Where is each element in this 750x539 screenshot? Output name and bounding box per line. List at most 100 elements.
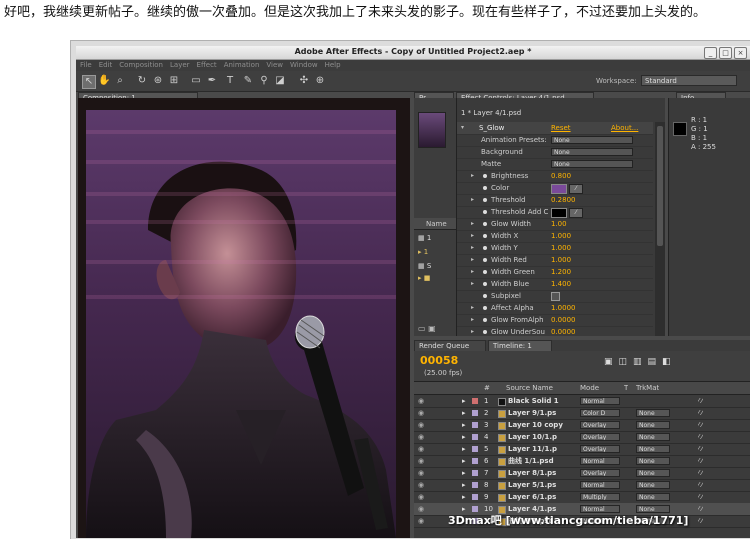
twirl-icon[interactable]: ▸: [471, 170, 474, 182]
col-trkmat[interactable]: TrkMat: [636, 382, 659, 394]
layer-switches-icon[interactable]: ⁄ ⁄: [698, 491, 703, 503]
col-source-name[interactable]: Source Name: [506, 382, 553, 394]
menu-file[interactable]: File: [80, 60, 92, 71]
twirl-icon[interactable]: ▸: [471, 230, 474, 242]
orbit-camera-icon[interactable]: ⊛: [152, 75, 164, 87]
workspace-select[interactable]: Standard: [641, 75, 737, 86]
layer-switches-icon[interactable]: ⁄ ⁄: [698, 479, 703, 491]
layer-mode-dropdown[interactable]: Normal: [580, 457, 620, 465]
stopwatch-icon[interactable]: [483, 282, 487, 286]
visibility-eye-icon[interactable]: ◉: [418, 467, 424, 479]
visibility-eye-icon[interactable]: ◉: [418, 407, 424, 419]
close-button[interactable]: ×: [734, 47, 747, 59]
effect-param-value[interactable]: 1.000: [551, 242, 571, 254]
layer-switches-icon[interactable]: ⁄ ⁄: [698, 515, 703, 527]
effect-param-value[interactable]: 1.0000: [551, 302, 576, 314]
timeline-switch-icons[interactable]: ▣◫▥▤◧: [604, 357, 677, 367]
layer-switches-icon[interactable]: ⁄ ⁄: [698, 467, 703, 479]
twirl-icon[interactable]: ▸: [471, 278, 474, 290]
layer-source-name[interactable]: Layer 5/1.ps: [508, 479, 576, 491]
stopwatch-icon[interactable]: [483, 318, 487, 322]
reset-link[interactable]: Reset: [551, 122, 571, 134]
layer-source-name[interactable]: 曲线 1/1.psd: [508, 455, 576, 467]
visibility-eye-icon[interactable]: ◉: [418, 515, 424, 527]
effect-param-value[interactable]: 1.00: [551, 218, 567, 230]
axis-local-icon[interactable]: ✣: [298, 75, 310, 87]
layer-trkmat-dropdown[interactable]: None: [636, 409, 670, 417]
layer-mode-dropdown[interactable]: Overlay: [580, 433, 620, 441]
eyedropper-icon[interactable]: ⁄: [569, 208, 583, 218]
eraser-tool-icon[interactable]: ◪: [274, 75, 286, 87]
twirl-icon[interactable]: ▸: [471, 218, 474, 230]
twirl-icon[interactable]: ▸: [471, 314, 474, 326]
effect-param-value[interactable]: 1.000: [551, 254, 571, 266]
stopwatch-icon[interactable]: [483, 210, 487, 214]
visibility-eye-icon[interactable]: ◉: [418, 443, 424, 455]
layer-twirl-icon[interactable]: ▸: [462, 431, 466, 443]
effect-param-dropdown[interactable]: None: [551, 160, 633, 168]
menu-edit[interactable]: Edit: [99, 60, 113, 71]
layer-twirl-icon[interactable]: ▸: [462, 479, 466, 491]
layer-label-color[interactable]: [472, 458, 478, 464]
layer-twirl-icon[interactable]: ▸: [462, 407, 466, 419]
hand-tool-icon[interactable]: ✋: [98, 75, 110, 87]
rectangle-tool-icon[interactable]: ▭: [190, 75, 202, 87]
tab-render-queue[interactable]: Render Queue: [414, 340, 486, 351]
stopwatch-icon[interactable]: [483, 222, 487, 226]
pen-tool-icon[interactable]: ✒: [206, 75, 218, 87]
twirl-icon[interactable]: ▸: [471, 302, 474, 314]
composition-viewer[interactable]: [86, 110, 396, 538]
stopwatch-icon[interactable]: [483, 270, 487, 274]
layer-trkmat-dropdown[interactable]: None: [636, 457, 670, 465]
menu-layer[interactable]: Layer: [170, 60, 190, 71]
layer-twirl-icon[interactable]: ▸: [462, 467, 466, 479]
stopwatch-icon[interactable]: [483, 246, 487, 250]
zoom-tool-icon[interactable]: ⌕: [114, 75, 126, 87]
menu-animation[interactable]: Animation: [224, 60, 260, 71]
layer-source-name[interactable]: Black Solid 1: [508, 395, 576, 407]
tab-timeline[interactable]: Timeline: 1: [488, 340, 552, 351]
layer-switches-icon[interactable]: ⁄ ⁄: [698, 455, 703, 467]
layer-switches-icon[interactable]: ⁄ ⁄: [698, 431, 703, 443]
twirl-icon[interactable]: ▸: [471, 242, 474, 254]
color-swatch[interactable]: [551, 184, 567, 194]
layer-twirl-icon[interactable]: ▸: [462, 419, 466, 431]
rotate-tool-icon[interactable]: ↻: [136, 75, 148, 87]
maximize-button[interactable]: □: [719, 47, 732, 59]
effect-param-value[interactable]: 0.2800: [551, 194, 576, 206]
layer-mode-dropdown[interactable]: Overlay: [580, 445, 620, 453]
layer-label-color[interactable]: [472, 482, 478, 488]
layer-label-color[interactable]: [472, 470, 478, 476]
effect-param-value[interactable]: 0.0000: [551, 314, 576, 326]
menu-composition[interactable]: Composition: [119, 60, 163, 71]
brush-tool-icon[interactable]: ✎: [242, 75, 254, 87]
layer-source-name[interactable]: Layer 11/1.p: [508, 443, 576, 455]
layer-trkmat-dropdown[interactable]: None: [636, 433, 670, 441]
menu-window[interactable]: Window: [290, 60, 318, 71]
layer-trkmat-dropdown[interactable]: None: [636, 469, 670, 477]
text-tool-icon[interactable]: T: [224, 75, 236, 87]
twirl-icon[interactable]: ▸: [471, 326, 474, 336]
clone-stamp-icon[interactable]: ⚲: [258, 75, 270, 87]
twirl-icon[interactable]: ▸: [471, 194, 474, 206]
layer-trkmat-dropdown[interactable]: None: [636, 445, 670, 453]
effect-param-row[interactable]: ▸ Glow UnderSou 0.0000: [457, 326, 653, 336]
layer-trkmat-dropdown[interactable]: None: [636, 421, 670, 429]
stopwatch-icon[interactable]: [483, 294, 487, 298]
visibility-eye-icon[interactable]: ◉: [418, 419, 424, 431]
eyedropper-icon[interactable]: ⁄: [569, 184, 583, 194]
timecode[interactable]: 00058: [420, 354, 458, 367]
layer-source-name[interactable]: Layer 6/1.ps: [508, 491, 576, 503]
layer-mode-dropdown[interactable]: Normal: [580, 481, 620, 489]
project-folder[interactable]: ▸ ■: [418, 274, 430, 282]
layer-label-color[interactable]: [472, 410, 478, 416]
layer-source-name[interactable]: Layer 10 copy: [508, 419, 576, 431]
layer-mode-dropdown[interactable]: Multiply: [580, 493, 620, 501]
effect-param-value[interactable]: 1.200: [551, 266, 571, 278]
stopwatch-icon[interactable]: [483, 198, 487, 202]
stopwatch-icon[interactable]: [483, 330, 487, 334]
layer-twirl-icon[interactable]: ▸: [462, 491, 466, 503]
layer-source-name[interactable]: Layer 8/1.ps: [508, 467, 576, 479]
layer-source-name[interactable]: Layer 9/1.ps: [508, 407, 576, 419]
effect-param-value[interactable]: 1.400: [551, 278, 571, 290]
